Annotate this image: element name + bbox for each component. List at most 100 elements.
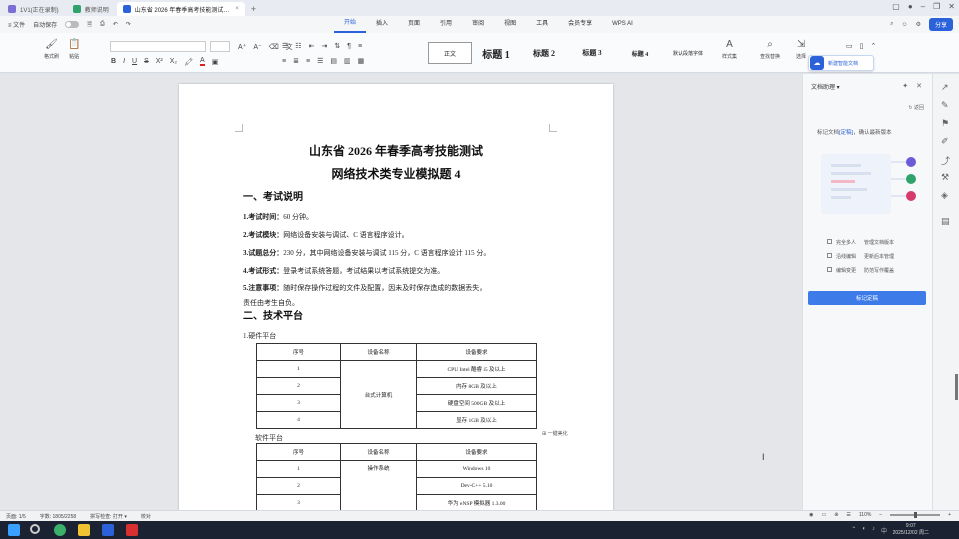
format-painter-group[interactable]: 🖌 格式刷 <box>44 39 59 60</box>
finalize-link[interactable]: [定稿] <box>839 130 853 136</box>
save-icon[interactable]: 🗎 <box>87 20 92 30</box>
filter-icon[interactable]: ⚑ <box>941 118 949 129</box>
avatar[interactable]: ● <box>908 2 913 11</box>
align-right-button[interactable]: ≡ <box>306 58 310 65</box>
search-icon[interactable] <box>30 524 40 534</box>
subscript-button[interactable]: X₂ <box>170 58 177 65</box>
shading-button[interactable]: ▥ <box>344 57 351 65</box>
smart-doc-bubble[interactable]: ☁ 新建智能文档 <box>808 55 874 71</box>
bold-button[interactable]: B <box>111 58 116 65</box>
zoom-in-button[interactable]: + <box>948 512 951 518</box>
underline-button[interactable]: U <box>132 58 137 65</box>
menu-item-1[interactable]: 插入 <box>366 16 398 33</box>
tool-icon[interactable]: ⚒ <box>941 172 949 183</box>
zoom-slider[interactable] <box>890 512 941 518</box>
panel-close-icon[interactable]: ✕ <box>916 82 922 90</box>
network-icon[interactable]: ◐ <box>862 526 866 535</box>
share-button[interactable]: 分享 <box>928 18 953 31</box>
style-set-group[interactable]: A 样式集 <box>722 39 737 60</box>
recorder-icon[interactable] <box>126 524 138 536</box>
clear-format-button[interactable]: ⌫ <box>269 43 279 51</box>
shrink-font-button[interactable]: A⁻ <box>253 43 261 51</box>
show-marks-button[interactable]: ¶ <box>347 43 351 50</box>
undo-icon[interactable]: ↶ <box>113 21 118 28</box>
print-icon[interactable]: ⎙ <box>100 21 105 28</box>
zoom-level[interactable]: 110% <box>859 512 871 518</box>
folder-icon[interactable] <box>78 524 90 536</box>
start-icon[interactable] <box>8 524 20 536</box>
tab-1[interactable]: 教师说明 <box>67 2 115 16</box>
view-web-icon[interactable]: ⊕ <box>834 512 838 518</box>
find-replace-group[interactable]: ⌕ 查找替换 <box>760 39 780 60</box>
file-menu[interactable]: ≡ 文件 <box>8 20 25 29</box>
close-button[interactable]: ✕ <box>948 2 955 11</box>
tab-close-icon[interactable]: × <box>235 6 239 12</box>
style-1[interactable]: 标题 1 <box>472 42 520 64</box>
shield-icon[interactable]: ◈ <box>941 190 948 201</box>
autosave-toggle[interactable] <box>65 21 80 28</box>
maximize-button[interactable]: ❐ <box>933 2 940 11</box>
scrollbar[interactable] <box>955 374 958 400</box>
settings-icon[interactable]: ⚙ <box>916 21 921 28</box>
page-count[interactable]: 页面: 1/5 <box>6 513 26 520</box>
redo-icon[interactable]: ↷ <box>126 21 131 28</box>
word-count[interactable]: 字数: 1805/2258 <box>40 513 76 520</box>
volume-icon[interactable]: ♪ <box>872 526 875 535</box>
style-2[interactable]: 标题 2 <box>520 42 568 64</box>
menu-item-6[interactable]: 工具 <box>526 16 558 33</box>
paste-group[interactable]: 📋 粘贴 <box>68 39 80 60</box>
mark-final-button[interactable]: 标记定稿 <box>808 291 926 305</box>
font-name-select[interactable] <box>110 41 206 52</box>
clock[interactable]: 9:07 2025/12/02 周二 <box>893 523 929 537</box>
pen-icon[interactable]: ✐ <box>941 136 949 147</box>
wps-icon[interactable] <box>102 524 114 536</box>
line-spacing-button[interactable]: ≡ <box>358 43 362 50</box>
strikethrough-button[interactable]: S <box>144 58 149 65</box>
menu-item-2[interactable]: 页面 <box>398 16 430 33</box>
distributed-button[interactable]: ▤ <box>330 57 337 65</box>
font-color-button[interactable]: A <box>200 57 205 66</box>
menu-item-7[interactable]: 会员专享 <box>558 16 602 33</box>
view-outline-icon[interactable]: ☰ <box>846 512 850 518</box>
style-0[interactable]: 正文 <box>428 42 472 64</box>
superscript-button[interactable]: X² <box>156 58 163 65</box>
pin-icon[interactable]: ✦ <box>902 82 908 90</box>
char-border-button[interactable]: ▣ <box>212 58 219 66</box>
menu-item-3[interactable]: 引用 <box>430 16 462 33</box>
panel-back-button[interactable]: ↻ 返回 <box>908 104 924 111</box>
new-tab-button[interactable]: + <box>251 2 256 16</box>
justify-button[interactable]: ☰ <box>317 57 323 65</box>
bullet-list-button[interactable]: ☰ <box>282 42 288 50</box>
indent-button[interactable]: ⇥ <box>321 42 327 50</box>
assistant-icon[interactable]: ▤ <box>941 216 950 227</box>
expand-icon[interactable]: ↗ <box>941 82 949 93</box>
text-box-icon[interactable]: ▯ <box>860 42 864 50</box>
collapse-ribbon-icon[interactable]: ⌃ <box>870 42 876 50</box>
align-center-button[interactable]: ≣ <box>293 57 299 65</box>
tab-2[interactable]: 山东省 2026 年春季高考技能测试… × <box>116 2 245 16</box>
menu-item-4[interactable]: 审阅 <box>462 16 494 33</box>
spell-check[interactable]: 拼写检查: 打开 ▾ <box>90 513 127 520</box>
borders-button[interactable]: ▦ <box>358 57 365 65</box>
comment-icon[interactable]: ☺ <box>901 22 907 28</box>
align-left-button[interactable]: ≡ <box>282 58 286 65</box>
sort-button[interactable]: ⇅ <box>334 42 340 50</box>
number-list-button[interactable]: ☷ <box>295 42 301 50</box>
tray-up-icon[interactable]: ⌃ <box>851 526 856 535</box>
panel-title[interactable]: 文档助理 ▾ <box>811 82 840 91</box>
layout-icon[interactable]: ▭ <box>846 42 853 50</box>
tab-0[interactable]: 1V1(正在录制) <box>2 2 65 16</box>
input-method-icon[interactable]: 中 <box>881 526 887 535</box>
view-page-icon[interactable]: ▭ <box>821 512 826 518</box>
menu-item-5[interactable]: 视图 <box>494 16 526 33</box>
select-group[interactable]: ⇲ 选择 <box>796 39 806 60</box>
outdent-button[interactable]: ⇤ <box>309 42 315 50</box>
style-3[interactable]: 标题 3 <box>568 42 616 64</box>
browser-icon[interactable] <box>54 524 66 536</box>
beautify-hint[interactable]: ⊞ 一键美化 <box>542 430 568 437</box>
document-page[interactable]: 山东省 2026 年春季高考技能测试 网络技术类专业模拟题 4 一、考试说明 1… <box>179 84 613 514</box>
style-4[interactable]: 标题 4 <box>616 42 664 64</box>
zoom-out-button[interactable]: – <box>879 512 882 518</box>
minimize-button[interactable]: – <box>921 2 925 11</box>
proofread[interactable]: 校对 <box>141 513 151 520</box>
